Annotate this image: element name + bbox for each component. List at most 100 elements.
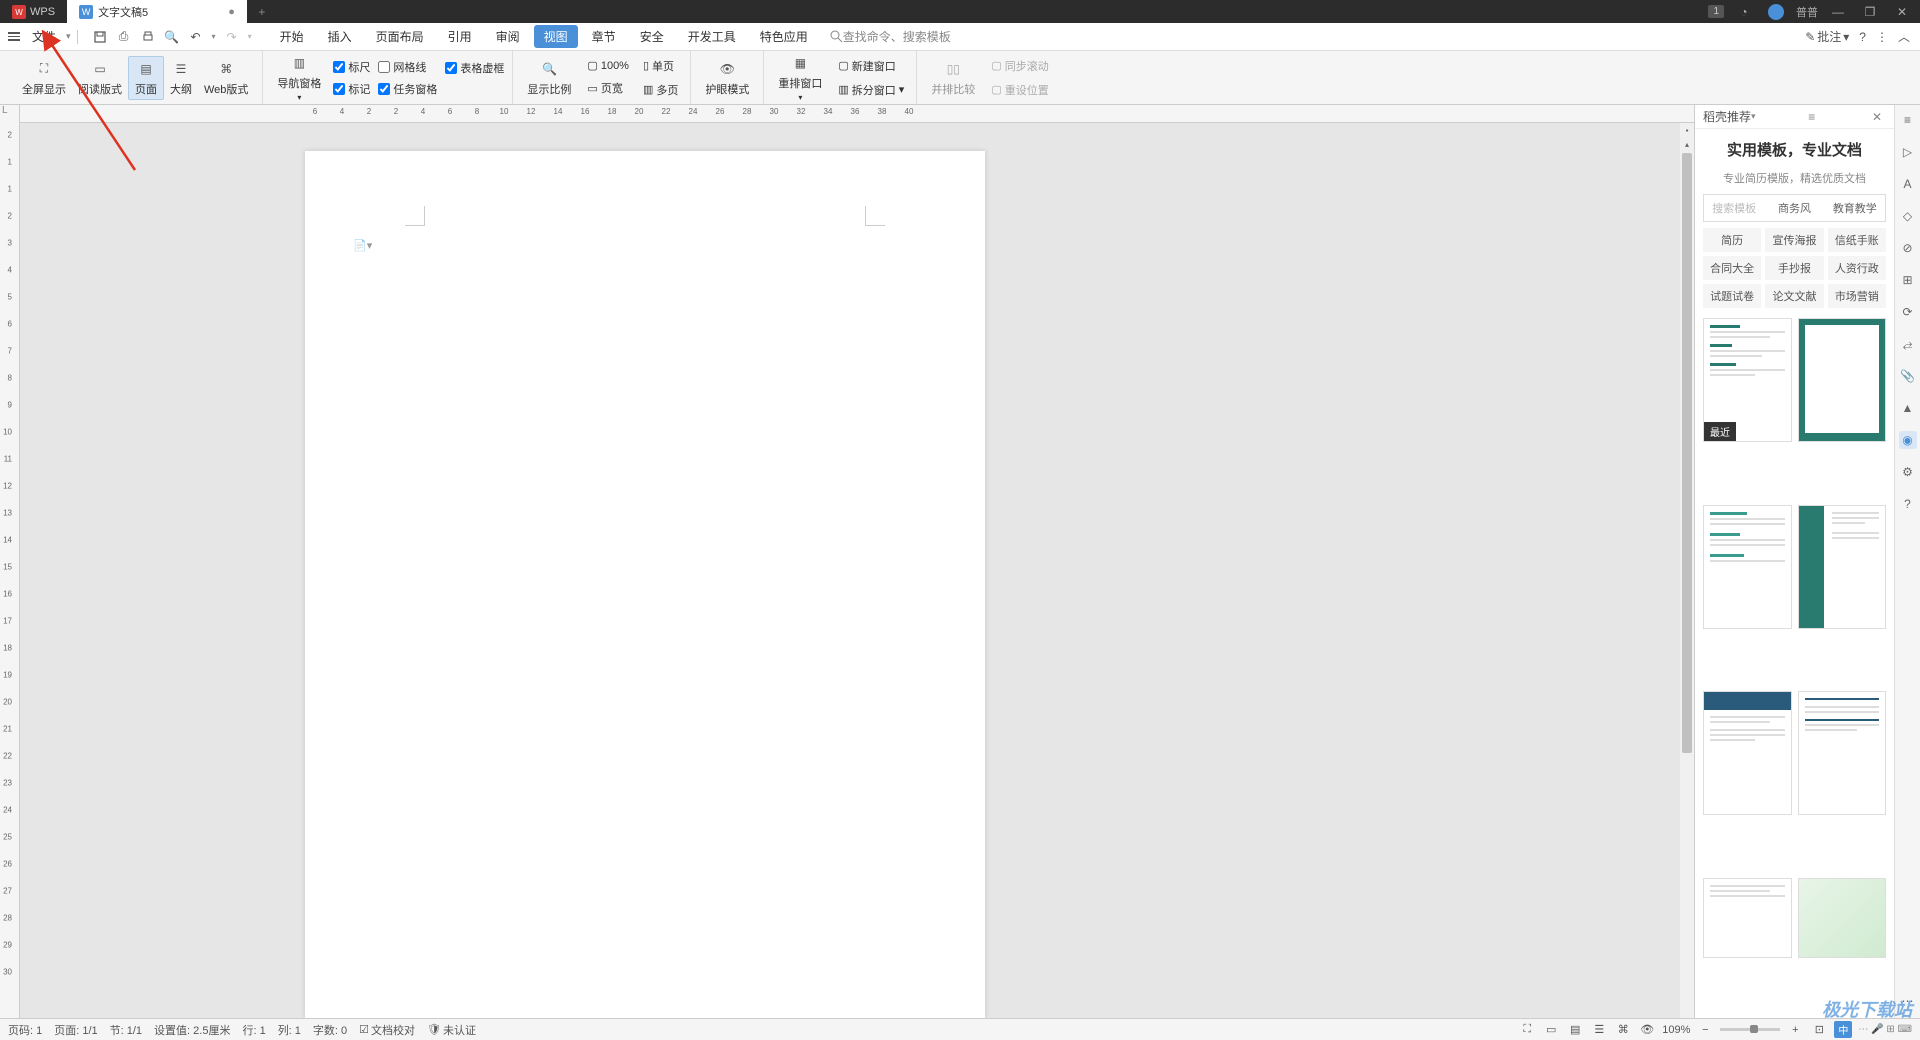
pageview-icon[interactable]: ▤ — [1566, 1022, 1584, 1038]
zoom-level[interactable]: 109% — [1662, 1024, 1690, 1036]
hamburger-menu[interactable] — [6, 30, 22, 43]
undo-button[interactable]: ↶ — [188, 29, 204, 45]
outline-icon[interactable]: ☰ — [1590, 1022, 1608, 1038]
spellcheck-button[interactable]: ☑文档校对 — [359, 1022, 415, 1038]
notification-badge[interactable]: 1 — [1708, 5, 1724, 18]
vertical-ruler[interactable]: L 21123456789101112131415161718192021222… — [0, 105, 20, 1018]
more-button[interactable]: ⋮ — [1876, 30, 1888, 44]
eye-icon[interactable]: 👁 — [1638, 1022, 1656, 1038]
tab-insert[interactable]: 插入 — [318, 25, 362, 48]
command-search[interactable]: 查找命令、搜索模板 — [830, 28, 951, 45]
output-button[interactable]: ⎙ — [116, 29, 132, 45]
page-width-button[interactable]: ▭页宽 — [583, 78, 633, 98]
document-page[interactable]: 📄▾ — [305, 151, 985, 1018]
hamburger-icon[interactable]: ≡ — [1899, 111, 1917, 129]
template-thumb[interactable] — [1798, 318, 1887, 442]
arrange-windows-button[interactable]: ▦重排窗口▾ — [772, 51, 828, 104]
outline-button[interactable]: ☰大纲 — [164, 57, 198, 99]
avatar[interactable] — [1764, 2, 1788, 22]
zoom-out-button[interactable]: − — [1696, 1022, 1714, 1038]
limit-icon[interactable]: ⊘ — [1899, 239, 1917, 257]
page-view-button[interactable]: ▤页面 — [128, 56, 164, 100]
panel-close-button[interactable]: ✕ — [1872, 110, 1882, 124]
document-tab[interactable]: W 文字文稿5 ● — [67, 0, 247, 23]
zoom-100-button[interactable]: ▢100% — [583, 57, 633, 74]
template-tag[interactable]: 手抄报 — [1765, 256, 1823, 280]
template-tab-education[interactable]: 教育教学 — [1825, 195, 1885, 221]
maximize-button[interactable]: ❐ — [1858, 2, 1882, 22]
redo-button[interactable]: ↷ — [224, 29, 240, 45]
row-label[interactable]: 行: 1 — [242, 1022, 265, 1038]
new-window-button[interactable]: ▢新建窗口 — [834, 56, 908, 76]
add-tab-button[interactable]: + — [247, 0, 277, 23]
read-mode-button[interactable]: ▭阅读版式 — [72, 57, 128, 99]
ime-indicator[interactable]: 中 — [1834, 1021, 1852, 1038]
tab-view[interactable]: 视图 — [534, 25, 578, 48]
template-tag[interactable]: 合同大全 — [1703, 256, 1761, 280]
template-tag[interactable]: 宣传海报 — [1765, 228, 1823, 252]
minimize-button[interactable]: — — [1826, 2, 1850, 22]
tools-icon[interactable]: ⊞ — [1899, 271, 1917, 289]
help-icon[interactable]: ? — [1899, 495, 1917, 513]
fullscreen-button[interactable]: ⛶全屏显示 — [16, 57, 72, 99]
eye-protect-button[interactable]: 👁护眼模式 — [699, 57, 755, 99]
auth-button[interactable]: 🛡未认证 — [427, 1022, 476, 1038]
col-label[interactable]: 列: 1 — [278, 1022, 301, 1038]
ruler-pos-label[interactable]: 设置值: 2.5厘米 — [154, 1022, 230, 1038]
document-canvas[interactable]: 📄▾ — [20, 105, 1680, 1018]
template-icon[interactable]: ◉ — [1899, 431, 1917, 449]
template-tag[interactable]: 信纸手账 — [1828, 228, 1886, 252]
scroll-options-icon[interactable]: ▪ — [1680, 123, 1694, 137]
template-thumb[interactable] — [1703, 878, 1792, 958]
tab-pagelayout[interactable]: 页面布局 — [366, 25, 434, 48]
single-page-button[interactable]: ▯单页 — [639, 56, 682, 76]
template-tag[interactable]: 试题试卷 — [1703, 284, 1761, 308]
nav-pane-button[interactable]: ▥导航窗格▾ — [271, 51, 327, 104]
template-search-input[interactable]: 搜索模板 — [1704, 195, 1764, 221]
template-tag[interactable]: 简历 — [1703, 228, 1761, 252]
table-grid-checkbox[interactable]: 表格虚框 — [445, 60, 504, 76]
ruler-checkbox[interactable]: 标尺 — [333, 59, 370, 75]
compare-button[interactable]: ▯▯并排比较 — [925, 57, 981, 99]
tab-special[interactable]: 特色应用 — [750, 25, 818, 48]
zoom-button[interactable]: 🔍显示比例 — [521, 57, 577, 99]
page-num-label[interactable]: 页码: 1 — [8, 1022, 42, 1038]
word-count-label[interactable]: 字数: 0 — [313, 1022, 347, 1038]
template-thumb[interactable] — [1798, 691, 1887, 815]
template-tab-business[interactable]: 商务风 — [1764, 195, 1824, 221]
home-tab[interactable]: W WPS — [0, 0, 67, 23]
multi-page-button[interactable]: ▥多页 — [639, 80, 682, 100]
fullscreen-icon[interactable]: ⛶ — [1518, 1022, 1536, 1038]
split-window-button[interactable]: ▥拆分窗口▾ — [834, 80, 908, 100]
link-icon[interactable]: ⥄ — [1899, 335, 1917, 353]
print-button[interactable] — [140, 29, 156, 45]
attach-icon[interactable]: 📎 — [1899, 367, 1917, 385]
backup-icon[interactable]: ⟳ — [1899, 303, 1917, 321]
save-button[interactable] — [92, 29, 108, 45]
template-thumb[interactable] — [1798, 505, 1887, 629]
zoom-in-button[interactable]: + — [1786, 1022, 1804, 1038]
task-pane-checkbox[interactable]: 任务窗格 — [378, 81, 437, 97]
scroll-up-button[interactable]: ▴ — [1680, 137, 1694, 151]
template-tag[interactable]: 市场营销 — [1828, 284, 1886, 308]
collapse-ribbon-button[interactable]: ︿ — [1898, 28, 1910, 45]
readmode-icon[interactable]: ▭ — [1542, 1022, 1560, 1038]
template-tag[interactable]: 论文文献 — [1765, 284, 1823, 308]
tab-start[interactable]: 开始 — [270, 25, 314, 48]
zoom-slider[interactable] — [1720, 1028, 1780, 1031]
page-count-label[interactable]: 页面: 1/1 — [54, 1022, 97, 1038]
template-tag[interactable]: 人资行政 — [1828, 256, 1886, 280]
template-thumb[interactable] — [1798, 878, 1887, 958]
tab-review[interactable]: 审阅 — [486, 25, 530, 48]
tab-devtools[interactable]: 开发工具 — [678, 25, 746, 48]
section-label[interactable]: 节: 1/1 — [110, 1022, 142, 1038]
webview-icon[interactable]: ⌘ — [1614, 1022, 1632, 1038]
template-thumb[interactable] — [1703, 691, 1792, 815]
help-button[interactable]: ? — [1859, 30, 1866, 44]
style-icon[interactable]: A — [1899, 175, 1917, 193]
select-icon[interactable]: ▷ — [1899, 143, 1917, 161]
gridlines-checkbox[interactable]: 网格线 — [378, 59, 437, 75]
shape-icon[interactable]: ◇ — [1899, 207, 1917, 225]
vertical-scrollbar[interactable]: ▪ ▴ — [1680, 105, 1694, 1018]
tab-references[interactable]: 引用 — [438, 25, 482, 48]
